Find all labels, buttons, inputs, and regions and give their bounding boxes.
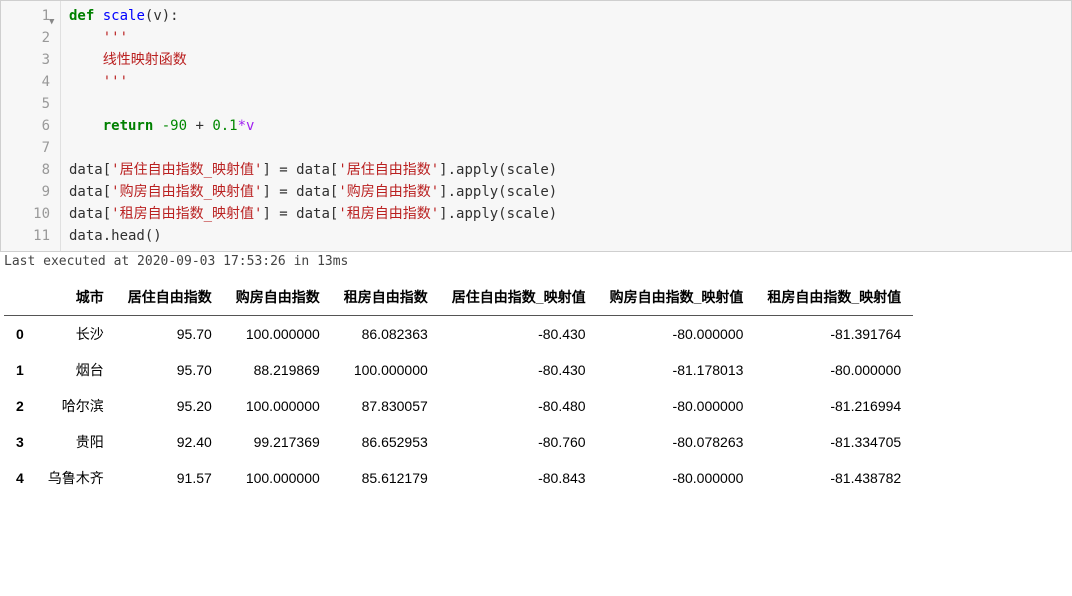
table-cell: 86.652953	[332, 424, 440, 460]
table-cell: -80.000000	[598, 388, 756, 424]
column-header: 租房自由指数_映射值	[755, 279, 913, 316]
table-cell: -81.334705	[755, 424, 913, 460]
table-cell: 100.000000	[224, 460, 332, 496]
table-cell: -80.430	[440, 316, 598, 353]
line-number[interactable]: 2	[1, 27, 60, 49]
table-cell: 长沙	[36, 316, 116, 353]
table-row: 0长沙95.70100.00000086.082363-80.430-80.00…	[4, 316, 913, 353]
table-cell: -80.430	[440, 352, 598, 388]
table-cell: -80.843	[440, 460, 598, 496]
table-cell: 86.082363	[332, 316, 440, 353]
line-number[interactable]: 1▼	[1, 5, 60, 27]
table-cell: 烟台	[36, 352, 116, 388]
column-header: 租房自由指数	[332, 279, 440, 316]
line-number[interactable]: 4	[1, 71, 60, 93]
line-number-gutter: 1▼ 2 3 4 5 6 7 8 9 10 11	[1, 1, 61, 251]
column-header: 居住自由指数_映射值	[440, 279, 598, 316]
table-cell: -80.078263	[598, 424, 756, 460]
line-number[interactable]: 9	[1, 181, 60, 203]
table-row: 1烟台95.7088.219869100.000000-80.430-81.17…	[4, 352, 913, 388]
dataframe-table: 城市 居住自由指数 购房自由指数 租房自由指数 居住自由指数_映射值 购房自由指…	[4, 279, 913, 496]
line-number[interactable]: 11	[1, 225, 60, 247]
code-cell: 1▼ 2 3 4 5 6 7 8 9 10 11 def scale(v): '…	[0, 0, 1072, 252]
row-index: 3	[4, 424, 36, 460]
table-cell: 88.219869	[224, 352, 332, 388]
table-cell: 100.000000	[332, 352, 440, 388]
table-cell: 91.57	[116, 460, 224, 496]
table-cell: 哈尔滨	[36, 388, 116, 424]
table-cell: -80.000000	[598, 460, 756, 496]
table-header-row: 城市 居住自由指数 购房自由指数 租房自由指数 居住自由指数_映射值 购房自由指…	[4, 279, 913, 316]
row-index: 2	[4, 388, 36, 424]
line-number[interactable]: 6	[1, 115, 60, 137]
table-cell: -80.000000	[598, 316, 756, 353]
row-index: 1	[4, 352, 36, 388]
table-cell: -81.391764	[755, 316, 913, 353]
table-cell: 87.830057	[332, 388, 440, 424]
line-number[interactable]: 5	[1, 93, 60, 115]
line-number[interactable]: 10	[1, 203, 60, 225]
column-header: 购房自由指数	[224, 279, 332, 316]
table-cell: -80.000000	[755, 352, 913, 388]
column-header: 城市	[36, 279, 116, 316]
row-index: 4	[4, 460, 36, 496]
table-cell: -80.480	[440, 388, 598, 424]
table-cell: 贵阳	[36, 424, 116, 460]
table-cell: 95.20	[116, 388, 224, 424]
table-cell: 92.40	[116, 424, 224, 460]
column-header: 居住自由指数	[116, 279, 224, 316]
table-row: 4乌鲁木齐91.57100.00000085.612179-80.843-80.…	[4, 460, 913, 496]
row-index: 0	[4, 316, 36, 353]
column-header: 购房自由指数_映射值	[598, 279, 756, 316]
table-row: 3贵阳92.4099.21736986.652953-80.760-80.078…	[4, 424, 913, 460]
table-cell: 95.70	[116, 352, 224, 388]
table-row: 2哈尔滨95.20100.00000087.830057-80.480-80.0…	[4, 388, 913, 424]
table-cell: 100.000000	[224, 388, 332, 424]
index-header	[4, 279, 36, 316]
table-cell: 95.70	[116, 316, 224, 353]
table-cell: 85.612179	[332, 460, 440, 496]
line-number[interactable]: 8	[1, 159, 60, 181]
line-number[interactable]: 7	[1, 137, 60, 159]
table-cell: 99.217369	[224, 424, 332, 460]
code-editor[interactable]: def scale(v): ''' 线性映射函数 ''' return -90 …	[61, 1, 1071, 251]
line-number[interactable]: 3	[1, 49, 60, 71]
table-cell: 100.000000	[224, 316, 332, 353]
table-cell: -81.216994	[755, 388, 913, 424]
table-cell: -81.178013	[598, 352, 756, 388]
table-cell: -81.438782	[755, 460, 913, 496]
table-cell: -80.760	[440, 424, 598, 460]
output-dataframe: 城市 居住自由指数 购房自由指数 租房自由指数 居住自由指数_映射值 购房自由指…	[0, 271, 1072, 504]
execution-status: Last executed at 2020-09-03 17:53:26 in …	[0, 252, 1072, 271]
table-cell: 乌鲁木齐	[36, 460, 116, 496]
